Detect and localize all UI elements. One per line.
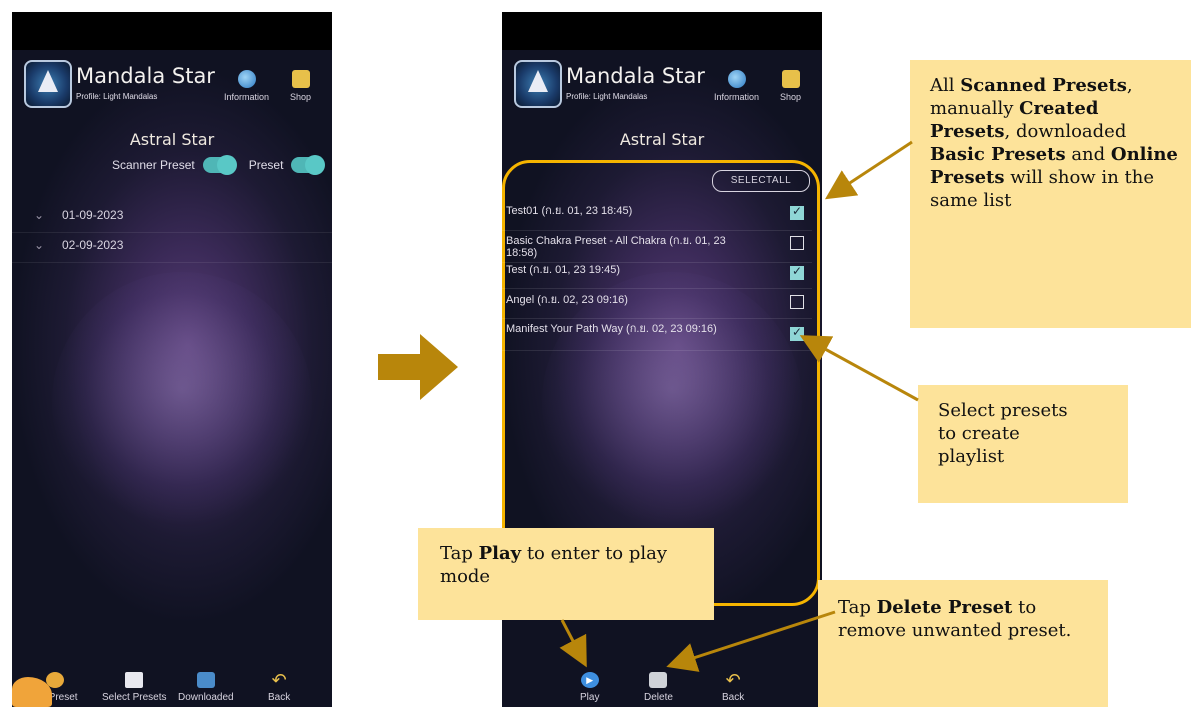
preset-row[interactable]: Test (ก.ย. 01, 23 19:45) (502, 262, 812, 289)
preset-checkbox[interactable] (790, 264, 804, 280)
play-button[interactable]: ▶ Play (580, 672, 599, 703)
note-text: All (930, 75, 961, 96)
play-icon: ▶ (580, 672, 599, 688)
app-logo (514, 60, 562, 108)
date-label: 01-09-2023 (62, 208, 124, 222)
date-group-row[interactable]: ⌄ 01-09-2023 (12, 202, 332, 233)
play-label: Play (580, 692, 600, 703)
note-bold-text: Delete Preset (876, 597, 1013, 618)
preset-row[interactable]: Basic Chakra Preset - All Chakra (ก.ย. 0… (502, 232, 812, 263)
back-button[interactable]: ↶ Back (722, 670, 745, 703)
downloaded-label: Downloaded (178, 692, 234, 703)
preset-checkbox[interactable] (790, 325, 804, 341)
app-header: Mandala Star Profile: Light Mandalas Inf… (12, 50, 332, 122)
note-text: and (1065, 144, 1111, 165)
bottom-toolbar: ate Preset Select Presets Downloaded ↶ B… (12, 655, 332, 707)
status-bar (12, 12, 332, 50)
delete-button[interactable]: Delete (644, 672, 673, 703)
preset-name: Angel (ก.ย. 02, 23 09:16) (506, 294, 628, 306)
callout-arrow (824, 140, 913, 200)
preset-checkbox[interactable] (790, 204, 804, 220)
scanner-preset-label: Scanner Preset (112, 158, 195, 172)
note-bold-text: Basic Presets (930, 144, 1066, 165)
preset-row[interactable]: Angel (ก.ย. 02, 23 09:16) (502, 290, 812, 319)
profile-label: Profile: Light Mandalas (566, 92, 648, 101)
preset-checkbox[interactable] (790, 295, 804, 309)
preset-checkbox[interactable] (790, 236, 804, 250)
download-icon (196, 672, 215, 688)
delete-label: Delete (644, 692, 673, 703)
information-icon (237, 70, 256, 88)
information-icon (727, 70, 746, 88)
select-all-button[interactable]: SELECTALL (712, 170, 810, 192)
all-presets-note: All Scanned Presets, manually Created Pr… (910, 60, 1191, 328)
cart-icon (291, 70, 310, 88)
app-title: Mandala Star (76, 64, 215, 88)
preset-toggle[interactable] (291, 155, 326, 175)
delete-note: Tap Delete Preset to remove unwanted pre… (818, 580, 1108, 707)
page-title: Astral Star (129, 130, 215, 149)
date-group-row[interactable]: ⌄ 02-09-2023 (12, 232, 332, 263)
shop-button[interactable]: Shop (290, 70, 311, 102)
information-label: Information (224, 92, 270, 102)
app-header: Mandala Star Profile: Light Mandalas Inf… (502, 50, 822, 122)
back-label: Back (268, 692, 291, 703)
preset-row[interactable]: Test01 (ก.ย. 01, 23 18:45) (502, 202, 812, 231)
information-label: Information (714, 92, 760, 102)
note-text: , downloaded (1004, 121, 1127, 142)
chevron-down-icon: ⌄ (34, 238, 45, 252)
shop-label: Shop (780, 92, 802, 102)
preset-name: Test (ก.ย. 01, 23 19:45) (506, 264, 620, 276)
trash-icon (649, 672, 668, 688)
note-text: Tap (838, 597, 877, 618)
preset-name: Test01 (ก.ย. 01, 23 18:45) (506, 205, 633, 217)
preset-row[interactable]: Manifest Your Path Way (ก.ย. 02, 23 09:1… (502, 320, 812, 351)
date-label: 02-09-2023 (62, 238, 124, 252)
scanner-preset-toggle[interactable] (202, 155, 237, 175)
shop-button[interactable]: Shop (780, 70, 801, 102)
downloaded-button[interactable]: Downloaded (178, 672, 234, 703)
back-arrow-icon: ↶ (271, 670, 287, 690)
select-presets-note: Select presets to create playlist (918, 385, 1128, 503)
shop-label: Shop (290, 92, 312, 102)
note-bold-text: Scanned Presets (960, 75, 1127, 96)
play-note: Tap Play to enter to play mode (418, 528, 714, 620)
preset-name: Basic Chakra Preset - All Chakra (ก.ย. 0… (506, 235, 726, 259)
preset-name: Manifest Your Path Way (ก.ย. 02, 23 09:1… (506, 323, 717, 335)
note-text: Tap (440, 543, 479, 564)
nebula-background (52, 272, 312, 532)
left-phone-screen: Mandala Star Profile: Light Mandalas Inf… (12, 12, 332, 707)
select-presets-label: Select Presets (102, 692, 167, 703)
back-arrow-icon: ↶ (725, 670, 741, 690)
preset-label: Preset (248, 158, 284, 172)
checklist-icon (125, 672, 144, 688)
status-bar (502, 12, 822, 50)
back-button[interactable]: ↶ Back (268, 670, 291, 703)
bottom-toolbar: ▶ Play Delete ↶ Back (502, 655, 822, 707)
select-presets-button[interactable]: Select Presets (102, 672, 166, 703)
chevron-down-icon: ⌄ (34, 208, 45, 222)
information-button[interactable]: Information (224, 70, 269, 102)
app-title: Mandala Star (566, 64, 705, 88)
cart-icon (781, 70, 800, 88)
page-title: Astral Star (619, 130, 705, 149)
note-bold-text: Play (478, 543, 522, 564)
app-logo (24, 60, 72, 108)
back-label: Back (722, 692, 745, 703)
transition-arrow-icon (378, 334, 458, 400)
profile-label: Profile: Light Mandalas (76, 92, 158, 101)
preset-toggles: Scanner Preset Preset (112, 155, 326, 175)
information-button[interactable]: Information (714, 70, 759, 102)
note-text: Select presets to create playlist (938, 400, 1068, 467)
